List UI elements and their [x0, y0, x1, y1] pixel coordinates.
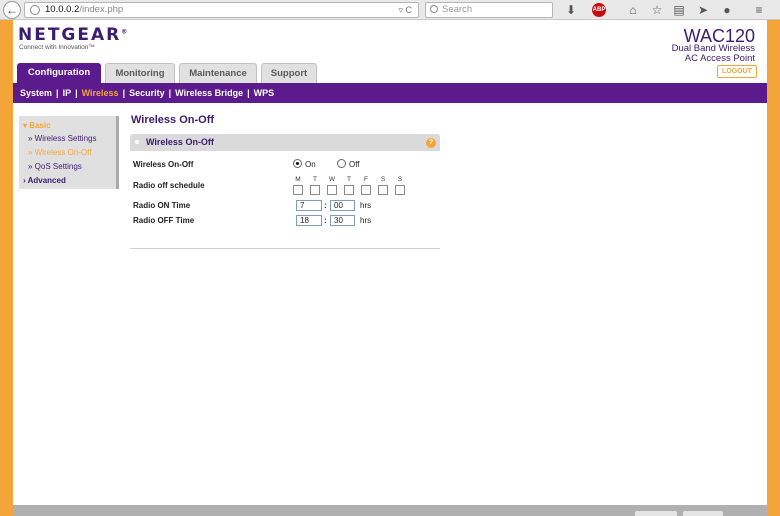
help-icon[interactable]: ? [426, 138, 436, 148]
tab-maintenance[interactable]: Maintenance [179, 63, 257, 83]
subnav-system[interactable]: System [20, 88, 52, 98]
radio-on-minutes-input[interactable]: 00 [330, 200, 355, 211]
subnav-wireless-bridge[interactable]: Wireless Bridge [175, 88, 243, 98]
subnav-ip[interactable]: IP [63, 88, 72, 98]
panel-header: Wireless On-Off ? [130, 134, 440, 151]
wireless-on-off-panel: Wireless On-Off ? Wireless On-Off On Off… [130, 134, 440, 249]
menu-wireless-settings[interactable]: » Wireless Settings [28, 134, 96, 143]
search-icon [430, 5, 438, 13]
footer-button[interactable] [635, 511, 677, 516]
day-label: M [295, 176, 301, 183]
panel-title: Wireless On-Off [146, 137, 214, 147]
page-title: Wireless On-Off [131, 114, 215, 126]
menu-icon[interactable]: ≡ [750, 2, 768, 18]
footer-bar [13, 505, 767, 516]
back-arrow-icon[interactable]: ← [3, 1, 21, 19]
radio-off-hours-input[interactable]: 18 [296, 215, 322, 226]
radio-off[interactable] [337, 159, 346, 168]
browser-search-input[interactable]: Search [425, 2, 553, 18]
time-separator: : [324, 201, 327, 210]
radio-off-time-label: Radio OFF Time [133, 216, 195, 225]
menu-wireless-on-off[interactable]: » Wireless On-Off [28, 148, 91, 157]
url-path: /index.php [79, 4, 124, 15]
hrs-label: hrs [360, 216, 372, 225]
subnav-wireless[interactable]: Wireless [82, 88, 119, 98]
reload-icon[interactable]: ▿ C [398, 3, 412, 17]
browser-toolbar: ← 10.0.0.2/index.php ▿ C Search ⬇ ABP ⌂ … [0, 0, 780, 20]
day-label: W [328, 176, 336, 183]
menu-advanced[interactable]: › Advanced [23, 176, 66, 185]
day-label: S [380, 176, 386, 183]
tab-monitoring[interactable]: Monitoring [105, 63, 175, 83]
day-checkbox-sat[interactable] [378, 185, 388, 195]
address-bar[interactable]: 10.0.0.2/index.php ▿ C [24, 2, 419, 18]
home-icon[interactable]: ⌂ [624, 2, 642, 18]
hrs-label: hrs [360, 201, 372, 210]
globe-icon [30, 5, 40, 15]
radio-off-minutes-input[interactable]: 30 [330, 215, 355, 226]
day-checkbox-tue[interactable] [310, 185, 320, 195]
download-icon[interactable]: ⬇ [562, 2, 580, 18]
radio-on[interactable] [293, 159, 302, 168]
footer-button[interactable] [683, 511, 723, 516]
logout-button[interactable]: LOGOUT [717, 65, 757, 78]
subnav-security[interactable]: Security [129, 88, 165, 98]
day-checkbox-mon[interactable] [293, 185, 303, 195]
radio-on-time-label: Radio ON Time [133, 201, 191, 210]
collapse-icon [135, 140, 139, 144]
bookmark-star-icon[interactable]: ☆ [648, 2, 666, 18]
day-checkbox-thu[interactable] [344, 185, 354, 195]
day-label: S [397, 176, 403, 183]
time-separator: : [324, 216, 327, 225]
wireless-on-off-label: Wireless On-Off [133, 160, 194, 169]
send-icon[interactable]: ➤ [694, 2, 712, 18]
radio-on-hours-input[interactable]: 7 [296, 200, 322, 211]
tab-configuration[interactable]: Configuration [17, 63, 101, 83]
radio-off-schedule-label: Radio off schedule [133, 181, 205, 190]
url-host: 10.0.0.2 [45, 4, 80, 15]
menu-basic[interactable]: ▾ Basic [23, 121, 51, 130]
sub-navigation: System | IP | Wireless | Security | Wireless Bri… [13, 83, 767, 103]
day-label: F [364, 176, 368, 183]
page-header: NETGEAR® Connect with Innovation™ WAC120… [13, 20, 767, 83]
subnav-wps[interactable]: WPS [254, 88, 275, 98]
left-menu: ▾ Basic » Wireless Settings » Wireless O… [19, 116, 119, 189]
chat-icon[interactable]: ● [718, 2, 736, 18]
tab-support[interactable]: Support [261, 63, 317, 83]
day-checkbox-wed[interactable] [327, 185, 337, 195]
model-description: Dual Band Wireless AC Access Point [671, 43, 755, 64]
day-label: T [347, 176, 351, 183]
menu-qos-settings[interactable]: » QoS Settings [28, 162, 82, 171]
radio-off-label: Off [349, 160, 360, 169]
netgear-logo: NETGEAR® [18, 25, 130, 45]
library-icon[interactable]: ▤ [670, 2, 688, 18]
router-page: NETGEAR® Connect with Innovation™ WAC120… [13, 20, 767, 516]
day-label: T [313, 176, 317, 183]
search-placeholder: Search [442, 4, 473, 15]
radio-on-label: On [305, 160, 316, 169]
tagline: Connect with Innovation™ [19, 44, 95, 51]
day-checkbox-sun[interactable] [395, 185, 405, 195]
day-checkbox-fri[interactable] [361, 185, 371, 195]
adblock-icon[interactable]: ABP [592, 3, 606, 17]
